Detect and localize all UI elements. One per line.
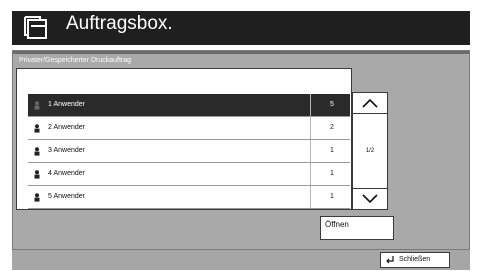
return-arrow-icon	[386, 256, 394, 264]
row-divider	[310, 163, 311, 185]
row-file-count: 5	[330, 101, 334, 108]
folder-stack-icon	[24, 16, 47, 39]
row-username: 5 Anwender	[48, 193, 85, 200]
open-button[interactable]: Öffnen	[320, 216, 394, 240]
row-file-count: 1	[330, 170, 334, 177]
column-header-files: Dateien	[314, 80, 339, 87]
table-row[interactable]: 2 Anwender 2	[28, 117, 350, 140]
table-row[interactable]: 4 Anwender 1	[28, 163, 350, 186]
header: Auftragsbox.	[0, 0, 480, 45]
user-icon	[34, 101, 40, 110]
scroll-down-button[interactable]	[352, 188, 388, 210]
row-username: 2 Anwender	[48, 124, 85, 131]
panel-topline	[13, 51, 469, 54]
user-icon	[34, 147, 40, 156]
table-rows: 1 Anwender 5 2 Anwender 2 3 Anwender 1 4…	[28, 94, 350, 209]
scroll-up-button[interactable]	[352, 92, 388, 114]
close-button-label: Schließen	[399, 256, 431, 263]
row-file-count: 2	[330, 124, 334, 131]
row-divider	[310, 140, 311, 162]
table-row[interactable]: 3 Anwender 1	[28, 140, 350, 163]
row-divider	[310, 117, 311, 139]
row-username: 3 Anwender	[48, 147, 85, 154]
chevron-down-icon	[362, 194, 378, 204]
column-header-username: Benutzername	[141, 80, 187, 87]
chevron-up-icon	[362, 98, 378, 108]
close-button[interactable]: Schließen	[380, 252, 450, 268]
row-divider	[310, 186, 311, 208]
row-username: 1 Anwender	[48, 101, 85, 108]
page-indicator: 1/2	[352, 114, 388, 188]
column-divider	[311, 78, 312, 90]
row-file-count: 1	[330, 193, 334, 200]
row-divider	[310, 94, 311, 116]
page-title: Auftragsbox.	[66, 13, 173, 34]
table-header: Benutzername Dateien	[16, 76, 352, 92]
scroll-column: 1/2	[352, 92, 388, 210]
user-icon	[34, 124, 40, 133]
user-icon	[34, 170, 40, 179]
row-username: 4 Anwender	[48, 170, 85, 177]
row-file-count: 1	[330, 147, 334, 154]
user-icon	[34, 193, 40, 202]
table-row[interactable]: 1 Anwender 5	[28, 94, 350, 117]
panel-label: Privater/Gespeicherter Druckauftrag	[19, 57, 132, 64]
table-row[interactable]: 5 Anwender 1	[28, 186, 350, 209]
